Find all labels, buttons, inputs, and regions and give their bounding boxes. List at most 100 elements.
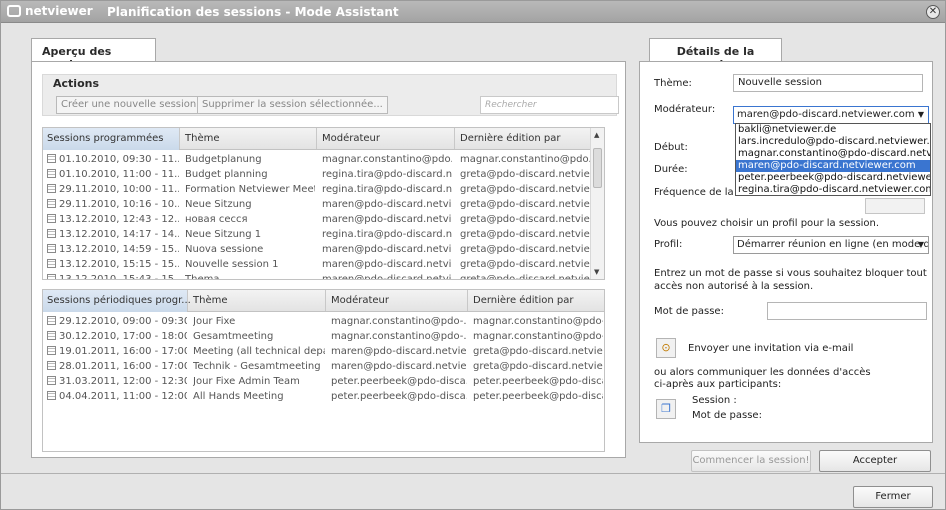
column-header[interactable]: Dernière édition par	[473, 295, 573, 306]
close-icon[interactable]: ✕	[926, 5, 940, 19]
cell-text: peter.peerbeek@pdo-disca...	[473, 391, 603, 402]
cell-text: 01.10.2010, 11:00 - 11...	[59, 169, 179, 180]
column-header[interactable]: Sessions programmées	[47, 133, 163, 144]
column-header[interactable]: Modérateur	[331, 295, 389, 306]
chevron-down-icon[interactable]: ▼	[914, 107, 928, 123]
search-input[interactable]: Rechercher	[480, 96, 619, 114]
column-header[interactable]: Dernière édition par	[460, 133, 560, 144]
table-row[interactable]: 13.12.2010, 14:17 - 14... Neue Sitzung 1 r…	[43, 228, 604, 243]
table-cell: Thema	[185, 274, 315, 280]
table-cell: magnar.constantino@pdo...	[322, 154, 452, 165]
moderator-select[interactable]: maren@pdo-discard.netviewer.com ▼	[733, 106, 929, 124]
cell-text: Meeting (all technical depar...	[193, 346, 325, 357]
chevron-down-icon[interactable]: ▼	[914, 237, 928, 253]
table-cell: Neue Sitzung 1	[185, 229, 315, 240]
start-session-button[interactable]: Commencer la session!	[691, 450, 811, 472]
column-header[interactable]: Thème	[185, 133, 220, 144]
create-session-button[interactable]: Créer une nouvelle session...	[56, 96, 211, 114]
cell-text: greta@pdo-discard.netvie...	[460, 199, 590, 210]
moderator-dropdown-list: bakli@netviewer.de lars.incredulo@pdo-di…	[735, 123, 931, 196]
calendar-icon	[47, 214, 56, 223]
table-row[interactable]: 01.10.2010, 09:30 - 11... Budgetplanung ma…	[43, 153, 604, 168]
theme-input[interactable]: Nouvelle session	[733, 74, 923, 92]
table-row[interactable]: 13.12.2010, 14:59 - 15... Nuova sessione m…	[43, 243, 604, 258]
cell-text: Formation Netviewer Meet	[185, 184, 315, 195]
calendar-icon	[47, 154, 56, 163]
cell-text: новая сесся	[185, 214, 248, 225]
table-cell: peter.peerbeek@pdo-disca...	[331, 391, 467, 402]
cell-text: 29.11.2010, 10:16 - 10...	[59, 199, 179, 210]
table-row[interactable]: 29.12.2010, 09:00 - 09:30 Jour Fixe magnar…	[43, 315, 604, 330]
moderator-option[interactable]: peter.peerbeek@pdo-discard.netviewer.com	[736, 172, 930, 184]
chat-bubble-icon	[7, 5, 21, 17]
table-row[interactable]: 29.11.2010, 10:16 - 10... Neue Sitzung mar…	[43, 198, 604, 213]
netviewer-logo: netviewer	[7, 4, 93, 18]
password-input[interactable]	[767, 302, 927, 320]
cell-text: maren@pdo-discard.netvi...	[322, 199, 452, 210]
cell-text: 13.12.2010, 15:15 - 15...	[59, 259, 179, 270]
sessions-overview-body: Actions Créer une nouvelle session... Su…	[31, 61, 626, 458]
table-row[interactable]: 13.12.2010, 12:43 - 12... новая сесся mare…	[43, 213, 604, 228]
moderator-option[interactable]: magnar.constantino@pdo-discard.netviewer	[736, 148, 930, 160]
table-cell: greta@pdo-discard.netvie...	[460, 214, 590, 225]
moderator-option[interactable]: bakli@netviewer.de	[736, 124, 930, 136]
table-cell: 13.12.2010, 14:59 - 15...	[47, 244, 179, 255]
frequency-button[interactable]	[865, 198, 925, 214]
table-cell: greta@pdo-discard.netvie...	[460, 229, 590, 240]
table-cell: maren@pdo-discard.netvi...	[322, 274, 452, 280]
scroll-up-icon[interactable]: ▲	[594, 131, 599, 139]
profile-select[interactable]: Démarrer réunion en ligne (en mode de ▼	[733, 236, 929, 254]
table-cell: 01.10.2010, 11:00 - 11...	[47, 169, 179, 180]
accept-button[interactable]: Accepter	[819, 450, 931, 472]
table-cell: 30.12.2010, 17:00 - 18:00	[47, 331, 187, 342]
table-row[interactable]: 29.11.2010, 10:00 - 11... Formation Netvi…	[43, 183, 604, 198]
moderator-option[interactable]: maren@pdo-discard.netviewer.com	[736, 160, 930, 172]
table-row[interactable]: 13.12.2010, 15:15 - 15... Nouvelle sessio…	[43, 258, 604, 273]
cell-text: magnar.constantino@pdo-...	[331, 331, 467, 342]
cell-text: greta@pdo-discard.netvie...	[460, 169, 590, 180]
scroll-thumb[interactable]	[593, 148, 602, 188]
invite-email-link[interactable]: Envoyer une invitation via e-mail	[688, 343, 853, 354]
table-cell: Nuova sessione	[185, 244, 315, 255]
vertical-scrollbar[interactable]: ▲ ▼	[590, 128, 604, 279]
email-invite-icon[interactable]: ⊙	[656, 338, 676, 358]
table-row[interactable]: 13.12.2010, 15:43 - 15... Thema maren@pdo-…	[43, 273, 604, 280]
window-title: Planification des sessions - Mode Assist…	[107, 5, 399, 19]
cell-text: greta@pdo-discard.netvie...	[473, 346, 603, 357]
table-header: Sessions périodiques progr... Thème Modé…	[43, 290, 604, 312]
column-header[interactable]: Modérateur	[322, 133, 380, 144]
close-button[interactable]: Fermer	[853, 486, 933, 508]
tab-session-details[interactable]: Détails de la session	[649, 38, 782, 71]
table-cell: All Hands Meeting	[193, 391, 325, 402]
scroll-down-icon[interactable]: ▼	[594, 268, 599, 276]
cell-text: Jour Fixe	[193, 316, 236, 327]
delete-session-button[interactable]: Supprimer la session sélectionnée...	[197, 96, 388, 114]
tab-sessions-overview[interactable]: Aperçu des sessions	[31, 38, 156, 71]
calendar-icon	[47, 184, 56, 193]
moderator-option[interactable]: lars.incredulo@pdo-discard.netviewer.com	[736, 136, 930, 148]
table-row[interactable]: 30.12.2010, 17:00 - 18:00 Gesamtmeeting ma…	[43, 330, 604, 345]
copy-icon[interactable]: ❐	[656, 399, 676, 419]
cell-text: maren@pdo-discard.netvi...	[322, 274, 452, 280]
cell-text: magnar.constantino@pdo-...	[473, 331, 603, 342]
table-row[interactable]: 19.01.2011, 16:00 - 17:00 Meeting (all te…	[43, 345, 604, 360]
table-cell: Neue Sitzung	[185, 199, 315, 210]
column-header[interactable]: Sessions périodiques progr...	[47, 295, 191, 306]
column-header[interactable]: Thème	[193, 295, 228, 306]
cell-text: maren@pdo-discard.netvie...	[331, 361, 467, 372]
moderator-option[interactable]: regina.tira@pdo-discard.netviewer.com	[736, 184, 930, 195]
table-row[interactable]: 04.04.2011, 11:00 - 12:00 All Hands Meeti…	[43, 390, 604, 405]
cell-text: Thema	[185, 274, 220, 280]
table-cell: magnar.constantino@pdo-...	[331, 331, 467, 342]
table-row[interactable]: 28.01.2011, 16:00 - 17:00 Technik - Gesam…	[43, 360, 604, 375]
table-cell: Budget planning	[185, 169, 315, 180]
theme-label: Thème:	[654, 78, 692, 89]
title-bar: netviewer Planification des sessions - M…	[1, 1, 945, 23]
cell-text: peter.peerbeek@pdo-disca...	[473, 376, 603, 387]
cell-text: 01.10.2010, 09:30 - 11...	[59, 154, 179, 165]
table-row[interactable]: 01.10.2010, 11:00 - 11... Budget planning…	[43, 168, 604, 183]
duration-label: Durée:	[654, 164, 688, 175]
calendar-icon	[47, 316, 56, 325]
table-cell: 29.11.2010, 10:00 - 11...	[47, 184, 179, 195]
table-row[interactable]: 31.03.2011, 12:00 - 12:30 Jour Fixe Admin…	[43, 375, 604, 390]
